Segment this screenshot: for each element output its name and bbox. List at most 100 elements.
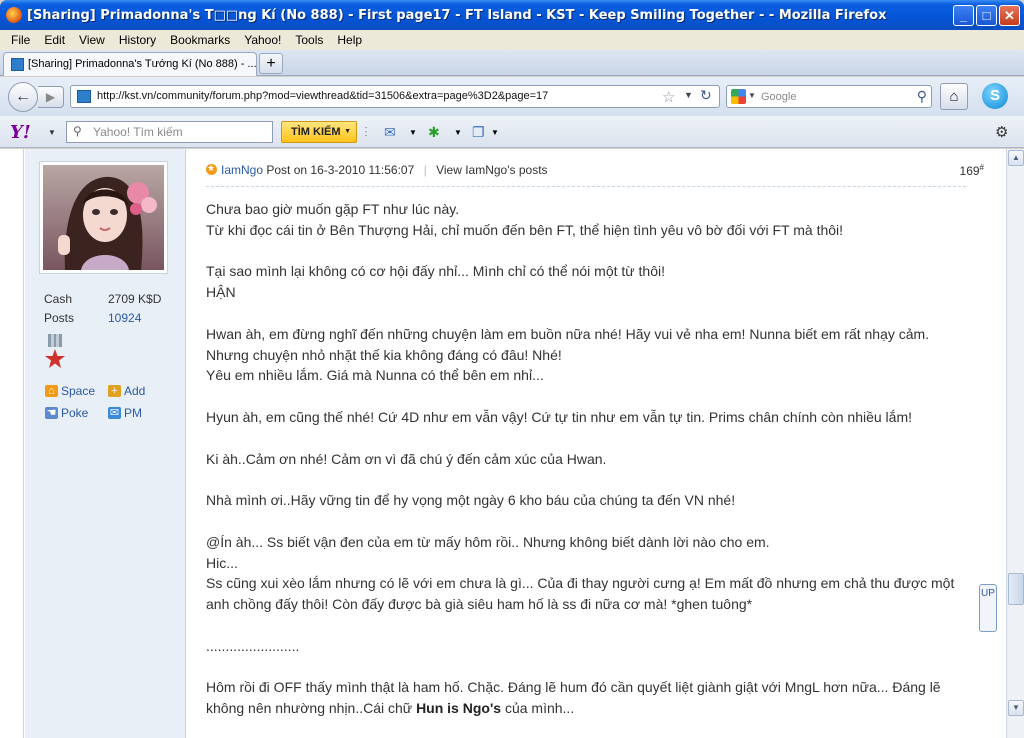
space-link[interactable]: ⌂ Space: [45, 380, 108, 402]
minimize-button[interactable]: _: [953, 5, 974, 26]
text-line: không nên nhường nhịn..Cái chữ: [206, 700, 417, 717]
gear-icon[interactable]: ⚙: [995, 123, 1008, 141]
close-button[interactable]: ✕: [999, 5, 1020, 26]
text-line: Tại sao mình lại không có cơ hội đấy nhỉ…: [206, 263, 666, 280]
stat-row: Posts 10924: [44, 311, 178, 330]
search-icon: ⚲: [73, 124, 82, 138]
link-label: Poke: [61, 406, 89, 420]
paragraph: Hôm rồi đi OFF thấy mình thật là ham hố.…: [206, 677, 966, 719]
yahoo-toolbar: Y! ▼ ⚲ Yahoo! Tìm kiếm TÌM KIẾM ▼ ⫶ ✉ ▼ …: [0, 116, 1024, 148]
firefox-icon: [6, 7, 22, 23]
vertical-scrollbar[interactable]: ▲ ▼: [1006, 149, 1024, 738]
post-number-sup: #: [979, 163, 984, 172]
paragraph: Hwan àh, em đừng nghĩ đến những chuyện l…: [206, 324, 966, 386]
yahoo-search-button-label: TÌM KIẾM: [291, 126, 341, 138]
yahoo-search-input[interactable]: ⚲ Yahoo! Tìm kiếm: [66, 121, 273, 143]
link-row: ⌂ Space + Add: [45, 380, 171, 402]
home-button[interactable]: ⌂: [940, 83, 968, 110]
bookmarks-dropdown-icon[interactable]: ▼: [491, 128, 499, 137]
scroll-down-button[interactable]: ▼: [1008, 700, 1024, 716]
google-icon[interactable]: [731, 89, 746, 104]
tab-bar: [Sharing] Primadonna's Tướng Kí (No 888)…: [0, 50, 1024, 76]
text-line: Từ khi đọc cái tin ở Bên Thượng Hải, chỉ…: [206, 221, 844, 238]
google-search-input[interactable]: ▼ Google ⚲: [726, 85, 932, 108]
yahoo-dropdown-icon[interactable]: ▼: [48, 128, 56, 137]
menu-file[interactable]: File: [4, 33, 37, 47]
chevron-down-icon: ▼: [344, 128, 351, 135]
forward-button[interactable]: ▶: [38, 86, 64, 108]
menu-history[interactable]: History: [112, 33, 163, 47]
paragraph: @Ín àh... Ss biết vận đen của em từ mấy …: [206, 532, 966, 615]
mail-icon[interactable]: ✉: [384, 124, 396, 141]
url-text: http://kst.vn/community/forum.php?mod=vi…: [97, 90, 549, 102]
author-stats: Cash 2709 K$D Posts 10924: [44, 292, 178, 330]
paragraph: ........................: [206, 636, 966, 657]
menu-view[interactable]: View: [72, 33, 112, 47]
url-dropdown-icon[interactable]: ▼: [684, 90, 693, 100]
handshake-icon: +: [108, 385, 121, 397]
navigation-bar: ← ▶ http://kst.vn/community/forum.php?mo…: [0, 77, 1024, 116]
paragraph: Tại sao mình lại không có cơ hội đấy nhỉ…: [206, 261, 966, 303]
separator: |: [423, 163, 427, 177]
author-profile: Cash 2709 K$D Posts 10924 ⌂ Space + Add …: [25, 149, 186, 738]
link-row: ☚ Poke ✉ PM: [45, 402, 171, 424]
tab-label: [Sharing] Primadonna's Tướng Kí (No 888)…: [28, 58, 257, 70]
stat-label: Cash: [44, 292, 73, 306]
text-line: Chưa bao giờ muốn gặp FT như lúc này.: [206, 201, 460, 217]
back-button[interactable]: ←: [8, 82, 38, 112]
skype-button[interactable]: S: [979, 81, 1013, 111]
text-line: Hyun àh, em cũng thế nhé! Cứ 4D như em v…: [206, 408, 913, 425]
mail-dropdown-icon[interactable]: ▼: [409, 128, 417, 137]
window-title: [Sharing] Primadonna's T□□ng Kí (No 888)…: [27, 8, 887, 23]
menu-bar: File Edit View History Bookmarks Yahoo! …: [0, 30, 1024, 50]
search-engine-dropdown-icon[interactable]: ▼: [748, 91, 756, 100]
menu-edit[interactable]: Edit: [37, 33, 72, 47]
avatar[interactable]: [40, 162, 167, 273]
bookmarks-icon[interactable]: ❐: [472, 124, 485, 141]
flickr-dropdown-icon[interactable]: ▼: [454, 128, 462, 137]
avatar-image: [43, 165, 164, 270]
title-bar: [Sharing] Primadonna's T□□ng Kí (No 888)…: [0, 0, 1024, 30]
yahoo-search-button[interactable]: TÌM KIẾM ▼: [281, 121, 357, 143]
text-line: Ki àh..Cảm ơn nhé! Cảm ơn vì đã chú ý đế…: [206, 450, 607, 467]
menu-bookmarks[interactable]: Bookmarks: [163, 33, 237, 47]
pm-link[interactable]: ✉ PM: [108, 402, 171, 424]
post-number-value: 169: [959, 164, 980, 178]
search-icon[interactable]: ⚲: [917, 88, 927, 105]
site-favicon-icon: [11, 58, 24, 71]
maximize-button[interactable]: □: [976, 5, 997, 26]
view-posts-link[interactable]: View IamNgo's posts: [436, 163, 547, 177]
author-link[interactable]: IamNgo: [221, 163, 263, 177]
paragraph: Ki àh..Cảm ơn nhé! Cảm ơn vì đã chú ý đế…: [206, 449, 966, 470]
poke-link[interactable]: ☚ Poke: [45, 402, 108, 424]
left-gutter: [0, 149, 24, 738]
scroll-thumb[interactable]: [1008, 573, 1024, 605]
menu-tools[interactable]: Tools: [288, 33, 330, 47]
menu-yahoo[interactable]: Yahoo!: [237, 33, 288, 47]
new-tab-button[interactable]: +: [259, 53, 283, 74]
paragraph: Hyun àh, em cũng thế nhé! Cứ 4D như em v…: [206, 407, 966, 428]
scroll-up-button[interactable]: ▲: [1008, 150, 1024, 166]
url-bar[interactable]: http://kst.vn/community/forum.php?mod=vi…: [70, 85, 720, 108]
scroll-up-widget[interactable]: UP: [979, 584, 997, 632]
yahoo-logo[interactable]: Y!: [10, 122, 31, 143]
text-line: anh chồng đấy thôi! Còn đấy được bà già …: [206, 596, 753, 613]
text-line: Yêu em nhiều lắm. Giá mà Nunna có thể bê…: [206, 367, 544, 384]
link-label: Add: [124, 384, 146, 398]
author-links: ⌂ Space + Add ☚ Poke ✉ PM: [45, 380, 171, 424]
flickr-icon[interactable]: ✱: [428, 124, 440, 141]
paragraph: Nhà mình ơi..Hãy vững tin để hy vọng một…: [206, 490, 966, 511]
add-friend-link[interactable]: + Add: [108, 380, 171, 402]
tab-active[interactable]: [Sharing] Primadonna's Tướng Kí (No 888)…: [3, 52, 257, 76]
divider: [206, 186, 966, 187]
menu-help[interactable]: Help: [330, 33, 369, 47]
mail-icon: ✉: [108, 407, 121, 419]
link-label: Space: [61, 384, 96, 398]
post-body: Chưa bao giờ muốn gặp FT như lúc này. Từ…: [206, 199, 966, 738]
text-line: Hic...: [206, 554, 238, 571]
post-date: Post on 16-3-2010 11:56:07: [266, 163, 415, 177]
text-line: ........................: [206, 637, 300, 654]
reload-icon[interactable]: ↻: [700, 87, 712, 104]
post-number[interactable]: 169#: [960, 163, 984, 178]
bookmark-star-icon[interactable]: ☆: [662, 88, 675, 106]
